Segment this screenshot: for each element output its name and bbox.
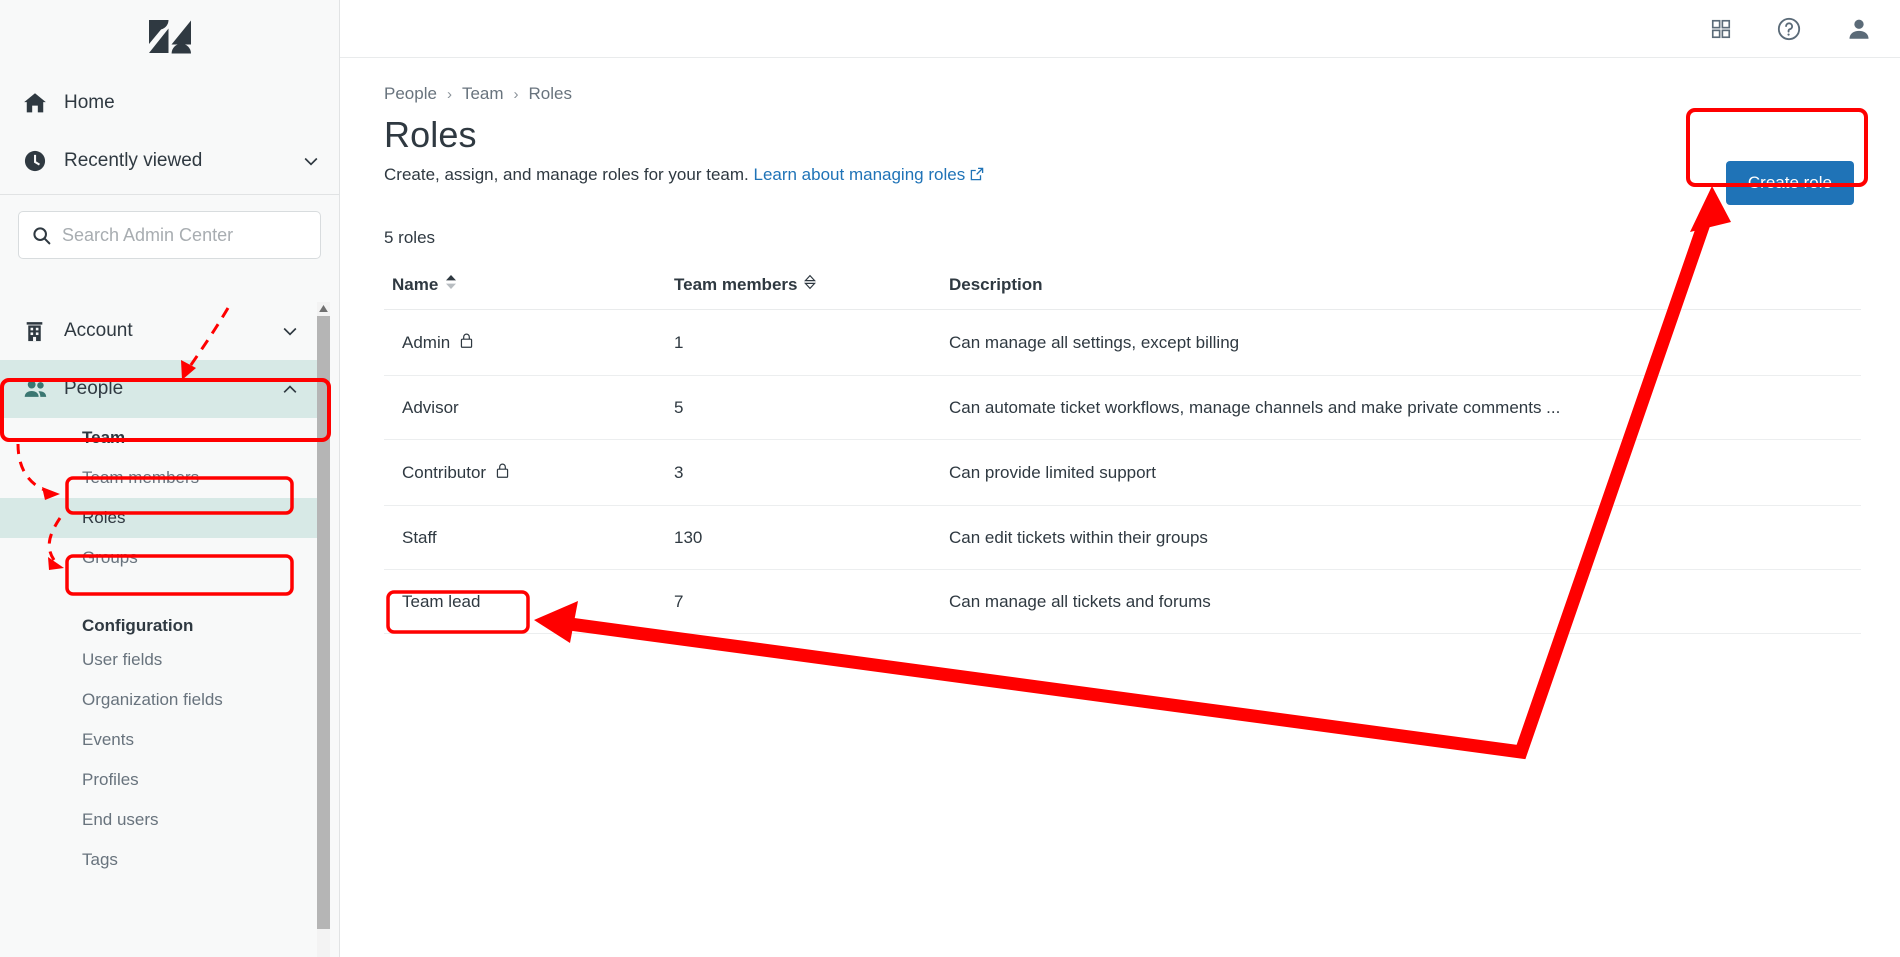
sidebar-scroll-region: Account People Team Team members Roles G…: [0, 302, 340, 957]
role-name-cell[interactable]: Advisor: [384, 375, 674, 441]
chevron-down-icon[interactable]: [280, 321, 300, 341]
breadcrumb-item-people[interactable]: People: [384, 84, 437, 104]
role-name-label: Team lead: [402, 592, 481, 612]
role-members-cell: 130: [674, 505, 949, 571]
column-header-team-members[interactable]: Team members: [674, 274, 949, 311]
sidebar-item-tags[interactable]: Tags: [0, 840, 318, 880]
lock-icon: [495, 462, 510, 484]
search-input[interactable]: [62, 224, 308, 246]
sidebar-item-roles[interactable]: Roles: [0, 498, 318, 538]
sidebar-item-home[interactable]: Home: [0, 74, 339, 132]
role-description-cell: Can edit tickets within their groups: [949, 505, 1861, 571]
table-row[interactable]: Admin 1 Can manage all settings, except …: [384, 309, 1861, 377]
people-icon: [22, 376, 58, 403]
admin-center-app: Home Recently viewed Search Admin Center…: [0, 0, 1900, 957]
role-members-cell: 3: [674, 439, 949, 507]
search-icon: [31, 225, 52, 246]
main-content: People › Team › Roles Roles Create, assi…: [340, 0, 1900, 957]
breadcrumb-separator: ›: [446, 85, 452, 103]
role-description-cell: Can manage all settings, except billing: [949, 309, 1861, 377]
sidebar-item-team-members[interactable]: Team members: [0, 458, 318, 498]
role-name-cell[interactable]: Admin: [384, 309, 674, 377]
role-name-label: Contributor: [402, 463, 487, 483]
sidebar-item-user-fields[interactable]: User fields: [0, 640, 318, 680]
role-description-cell: Can automate ticket workflows, manage ch…: [949, 375, 1861, 441]
help-circle-icon[interactable]: [1776, 16, 1802, 42]
role-name-label: Admin: [402, 333, 451, 353]
home-icon: [22, 90, 58, 116]
sidebar-item-account-label: Account: [64, 320, 133, 341]
zendesk-logo-wrap[interactable]: [0, 0, 339, 74]
page-subtitle: Create, assign, and manage roles for you…: [384, 165, 1862, 186]
chevron-down-icon[interactable]: [301, 151, 321, 171]
breadcrumb-item-team[interactable]: Team: [462, 84, 504, 104]
role-members-cell: 1: [674, 309, 949, 377]
sidebar-item-organization-fields[interactable]: Organization fields: [0, 680, 318, 720]
create-role-button[interactable]: Create role: [1725, 161, 1854, 205]
chevron-up-icon[interactable]: [280, 379, 300, 399]
sidebar-item-profiles[interactable]: Profiles: [0, 760, 318, 800]
sort-arrows-filled-icon: [445, 274, 457, 295]
role-description-cell: Can manage all tickets and forums: [949, 569, 1861, 635]
learn-link-label: Learn about managing roles: [753, 165, 966, 185]
role-name-cell[interactable]: Team lead: [384, 569, 674, 635]
column-header-description-label: Description: [949, 274, 1043, 294]
table-header-row: Name Team members Description: [384, 274, 1861, 311]
user-avatar-icon[interactable]: [1846, 16, 1872, 42]
top-bar: [340, 0, 1900, 58]
sort-arrows-outline-icon: [804, 274, 817, 295]
role-members-cell: 7: [674, 569, 949, 635]
sidebar-item-team[interactable]: Team: [0, 418, 318, 458]
lock-icon: [459, 332, 474, 354]
table-row[interactable]: Contributor 3 Can provide limited suppor…: [384, 439, 1861, 507]
external-link-icon: [970, 166, 984, 186]
role-members-cell: 5: [674, 375, 949, 441]
apps-grid-icon[interactable]: [1710, 18, 1732, 40]
sidebar-item-recently-viewed-label: Recently viewed: [64, 150, 203, 171]
page-title: Roles: [384, 114, 477, 155]
table-row[interactable]: Staff 130 Can edit tickets within their …: [384, 505, 1861, 571]
sidebar-item-people[interactable]: People: [0, 360, 318, 418]
sidebar-item-groups[interactable]: Groups: [0, 538, 318, 578]
clock-icon: [22, 148, 58, 174]
page-subtitle-text: Create, assign, and manage roles for you…: [384, 165, 749, 185]
learn-about-managing-roles-link[interactable]: Learn about managing roles: [753, 165, 984, 184]
role-description-cell: Can provide limited support: [949, 439, 1861, 507]
search-wrap: [0, 195, 339, 277]
sidebar-item-account[interactable]: Account: [0, 302, 318, 360]
sidebar-scrollbar[interactable]: [317, 302, 330, 957]
zendesk-logo: [148, 20, 191, 54]
role-name-label: Advisor: [402, 398, 459, 418]
roles-count-label: 5 roles: [384, 228, 436, 248]
role-name-cell[interactable]: Staff: [384, 505, 674, 571]
page-content: People › Team › Roles Roles Create, assi…: [340, 58, 1900, 635]
table-row[interactable]: Team lead 7 Can manage all tickets and f…: [384, 569, 1861, 635]
column-header-team-members-label: Team members: [674, 274, 798, 294]
sidebar-item-end-users[interactable]: End users: [0, 800, 318, 840]
breadcrumb-item-roles[interactable]: Roles: [529, 84, 572, 104]
sidebar-item-recently-viewed[interactable]: Recently viewed: [0, 132, 339, 190]
breadcrumb: People › Team › Roles: [384, 84, 1862, 104]
breadcrumb-separator: ›: [513, 85, 519, 103]
sidebar-item-people-label: People: [64, 378, 124, 399]
roles-table: Name Team members Description Admin 1 Ca…: [384, 274, 1861, 635]
column-header-name-label: Name: [392, 274, 439, 294]
role-name-cell[interactable]: Contributor: [384, 439, 674, 507]
column-header-name[interactable]: Name: [384, 274, 674, 311]
building-icon: [22, 319, 58, 344]
table-row[interactable]: Advisor 5 Can automate ticket workflows,…: [384, 375, 1861, 441]
scrollbar-up-arrow-icon[interactable]: [317, 302, 330, 315]
sidebar-heading-configuration: Configuration: [82, 616, 194, 635]
sidebar-item-home-label: Home: [64, 92, 115, 113]
column-header-description[interactable]: Description: [949, 274, 1861, 311]
role-name-label: Staff: [402, 528, 437, 548]
sidebar: Home Recently viewed Search Admin Center…: [0, 0, 340, 957]
search-box[interactable]: [18, 211, 321, 259]
sidebar-item-events[interactable]: Events: [0, 720, 318, 760]
scrollbar-thumb[interactable]: [317, 316, 330, 929]
